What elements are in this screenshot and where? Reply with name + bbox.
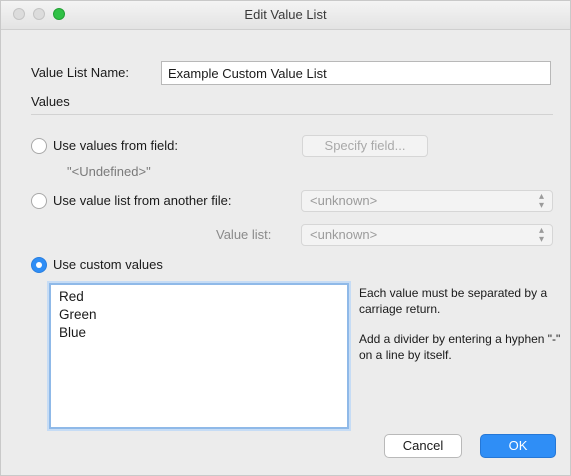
value-list-select[interactable]: <unknown> ▴ ▾ [301, 224, 553, 246]
value-list-select-value: <unknown> [310, 227, 378, 242]
value-list-label: Value list: [216, 227, 272, 242]
specify-field-button[interactable]: Specify field... [302, 135, 428, 157]
custom-values-textarea[interactable]: Red Green Blue [49, 283, 349, 429]
divider-help-text: Add a divider by entering a hyphen "-" o… [359, 332, 561, 362]
cancel-button[interactable]: Cancel [384, 434, 462, 458]
use-value-list-from-file-label[interactable]: Use value list from another file: [53, 193, 231, 208]
up-down-chevron-icon: ▴ ▾ [538, 225, 544, 245]
value-list-name-input[interactable] [161, 61, 551, 85]
custom-value-line: Blue [59, 325, 87, 340]
values-section-heading: Values [31, 94, 70, 109]
title-bar: Edit Value List [1, 1, 570, 30]
use-values-from-field-radio[interactable] [31, 138, 47, 154]
file-select-value: <unknown> [310, 193, 378, 208]
field-value-text: "<Undefined>" [67, 164, 151, 179]
file-select[interactable]: <unknown> ▴ ▾ [301, 190, 553, 212]
value-list-name-label: Value List Name: [31, 65, 130, 80]
ok-button[interactable]: OK [480, 434, 556, 458]
custom-value-line: Green [59, 307, 97, 322]
up-down-chevron-icon: ▴ ▾ [538, 191, 544, 211]
section-divider [31, 114, 553, 115]
separator-help-text: Each value must be separated by a carria… [359, 286, 548, 316]
use-custom-values-radio[interactable] [31, 257, 47, 273]
use-custom-values-label[interactable]: Use custom values [53, 257, 163, 272]
edit-value-list-dialog: Edit Value List Value List Name: Values … [0, 0, 571, 476]
window-title: Edit Value List [244, 7, 327, 22]
use-value-list-from-file-radio[interactable] [31, 193, 47, 209]
custom-value-line: Red [59, 289, 84, 304]
use-values-from-field-label[interactable]: Use values from field: [53, 138, 178, 153]
